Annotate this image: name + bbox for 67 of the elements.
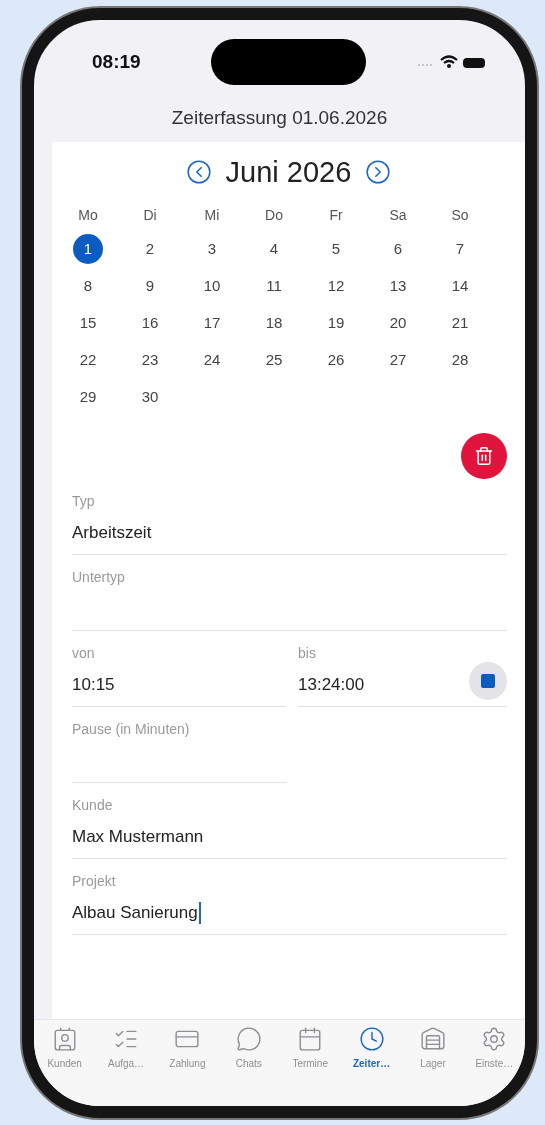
- field-label: Untertyp: [72, 568, 126, 587]
- status-time: 08:19: [92, 51, 142, 73]
- calendar-day[interactable]: 21: [445, 307, 475, 338]
- stop-button[interactable]: [469, 662, 507, 700]
- calendar-day[interactable]: 8: [73, 270, 103, 301]
- calendar-day[interactable]: 17: [197, 307, 227, 338]
- calendar-day[interactable]: 30: [135, 381, 165, 412]
- text-cursor: [198, 901, 201, 924]
- stop-icon: [481, 674, 495, 688]
- field-label: Kunde: [72, 796, 114, 815]
- warehouse-icon: [419, 1026, 446, 1052]
- trash-icon: [474, 446, 494, 466]
- calendar-day[interactable]: 19: [321, 307, 351, 338]
- calendar-day[interactable]: 29: [73, 381, 103, 412]
- weekday-label: Sa: [388, 206, 408, 225]
- weekday-label: So: [450, 206, 470, 225]
- input-field[interactable]: Max Mustermann: [72, 815, 507, 858]
- weekday-label: Mo: [77, 206, 99, 225]
- calendar-day[interactable]: 11: [259, 270, 289, 301]
- input-field[interactable]: Albau Sanierung: [72, 891, 507, 934]
- calendar-day[interactable]: 24: [197, 344, 227, 375]
- calendar-day[interactable]: 9: [135, 270, 165, 301]
- field-label: von: [72, 644, 96, 663]
- input-field[interactable]: 10:15: [72, 663, 286, 706]
- calendar-day[interactable]: 18: [259, 307, 289, 338]
- calendar-day[interactable]: 6: [383, 233, 413, 264]
- calendar-day[interactable]: 10: [197, 270, 227, 301]
- chat-bubble-icon: [235, 1026, 262, 1052]
- calendar-day[interactable]: 4: [259, 233, 289, 264]
- field-label: Pause (in Minuten): [72, 720, 191, 739]
- calendar-day[interactable]: 5: [321, 233, 351, 264]
- calendar-day[interactable]: 14: [445, 270, 475, 301]
- calendar-day[interactable]: 15: [73, 307, 103, 338]
- next-month-button[interactable]: [365, 159, 392, 185]
- weekday-label: Do: [264, 206, 284, 225]
- field-label: Projekt: [72, 872, 117, 891]
- calendar-day[interactable]: 23: [135, 344, 165, 375]
- calendar-day[interactable]: 1: [73, 233, 103, 264]
- weekday-label: Fr: [328, 206, 344, 225]
- calendar-day[interactable]: 13: [383, 270, 413, 301]
- calendar-day[interactable]: 22: [73, 344, 103, 375]
- screen-title: Zeiterfassung 01.06.2026: [170, 106, 389, 130]
- calendar-day[interactable]: 3: [197, 233, 227, 264]
- tab-item[interactable]: Zeiter…: [340, 1026, 403, 1106]
- input-field[interactable]: 13:24:00: [298, 663, 469, 706]
- chevron-right-icon: [365, 159, 392, 185]
- chevron-left-icon: [185, 159, 212, 185]
- calendar-day[interactable]: 20: [383, 307, 413, 338]
- month-title: Juni 2026: [225, 155, 352, 189]
- weekday-label: Di: [142, 206, 158, 225]
- calendar-day[interactable]: 25: [259, 344, 289, 375]
- wifi-icon: [439, 55, 459, 68]
- calendar-day[interactable]: 12: [321, 270, 351, 301]
- weekday-label: Mi: [203, 206, 221, 225]
- field-label: Typ: [72, 492, 96, 511]
- previous-month-button[interactable]: [185, 159, 212, 185]
- calendar-day[interactable]: 2: [135, 233, 165, 264]
- delete-button[interactable]: [461, 433, 507, 479]
- field-label: bis: [298, 644, 317, 663]
- calendar-day[interactable]: 28: [445, 344, 475, 375]
- calendar-day[interactable]: 26: [321, 344, 351, 375]
- calendar-day[interactable]: 7: [445, 233, 475, 264]
- battery-icon: [463, 58, 485, 68]
- clock-icon: [358, 1026, 385, 1052]
- calendar-day[interactable]: 16: [135, 307, 165, 338]
- input-field[interactable]: Arbeitszeit: [72, 511, 507, 554]
- calendar-day[interactable]: 27: [383, 344, 413, 375]
